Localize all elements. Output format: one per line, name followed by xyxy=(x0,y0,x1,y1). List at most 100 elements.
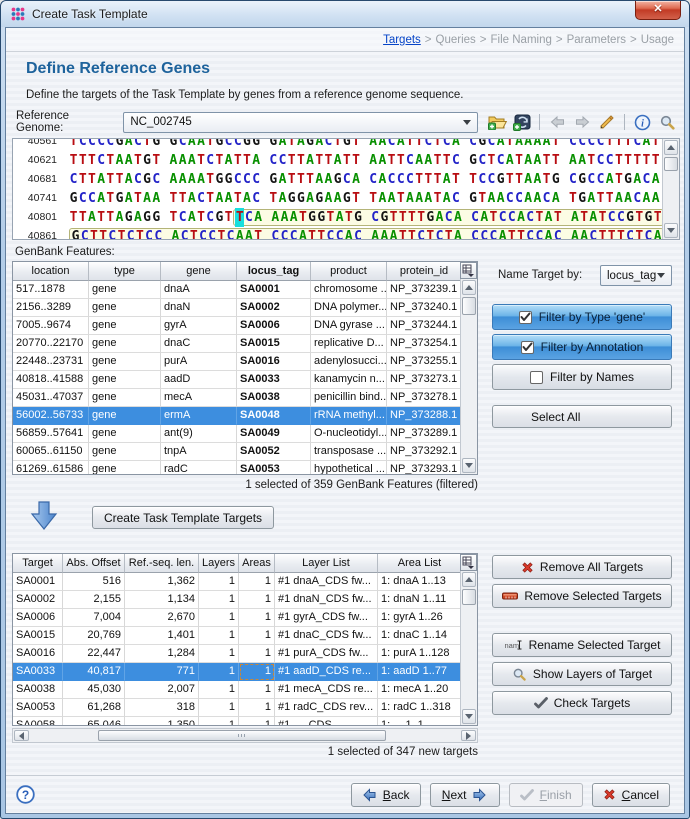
table-cell[interactable]: 318 xyxy=(125,699,199,717)
table-cell[interactable]: 1 xyxy=(199,645,239,663)
table-cell[interactable]: 1 xyxy=(239,663,275,681)
table-cell[interactable]: SA0052 xyxy=(237,443,311,461)
table-cell[interactable]: 1: radC 1..318 xyxy=(378,699,460,717)
table-cell[interactable]: 771 xyxy=(125,663,199,681)
table-row[interactable]: SA005865,0461,35011#1 ..._CDS ...1: ... … xyxy=(13,717,460,725)
table-cell[interactable]: adenylosucci... xyxy=(311,353,387,371)
table-row[interactable]: 20770..22170genednaCSA0015replicative D.… xyxy=(13,335,460,353)
column-header-locus-tag[interactable]: locus_tag xyxy=(237,262,311,281)
table-cell[interactable]: 1 xyxy=(239,573,275,591)
table-cell[interactable]: NP_373240.1 xyxy=(387,299,460,317)
table-row[interactable]: 22448..23731genepurASA0016adenylosucci..… xyxy=(13,353,460,371)
table-cell[interactable]: gene xyxy=(89,443,161,461)
table-cell[interactable]: mecA xyxy=(161,389,237,407)
table-cell[interactable]: NP_373244.1 xyxy=(387,317,460,335)
table-cell[interactable]: 1,401 xyxy=(125,627,199,645)
table-cell[interactable]: gene xyxy=(89,389,161,407)
forward-arrow-icon[interactable] xyxy=(571,112,593,132)
table-cell[interactable]: 1 xyxy=(199,663,239,681)
table-cell[interactable]: NP_373239.1 xyxy=(387,281,460,299)
table-cell[interactable]: SA0053 xyxy=(13,699,63,717)
close-button[interactable]: ✕ xyxy=(635,1,681,20)
select-all-button[interactable]: Select All xyxy=(492,405,672,428)
table-cell[interactable]: 45,030 xyxy=(63,681,125,699)
column-header-protein-id[interactable]: protein_id xyxy=(387,262,460,281)
table-row[interactable]: 45031..47037genemecASA0038penicillin bin… xyxy=(13,389,460,407)
table-cell[interactable]: 2,670 xyxy=(125,609,199,627)
scroll-up-icon[interactable] xyxy=(664,140,678,155)
show-layers-of-target-button[interactable]: Show Layers of Target xyxy=(492,662,672,686)
title-bar[interactable]: Create Task Template ✕ xyxy=(1,1,689,27)
table-cell[interactable]: NP_373273.1 xyxy=(387,371,460,389)
table-cell[interactable]: purA xyxy=(161,353,237,371)
table-cell[interactable]: 2156..3289 xyxy=(13,299,89,317)
table-cell[interactable]: 61,268 xyxy=(63,699,125,717)
table-cell[interactable]: SA0053 xyxy=(237,461,311,474)
table-cell[interactable]: gene xyxy=(89,299,161,317)
table-row[interactable]: 56859..57641geneant(9)SA0049O-nucleotidy… xyxy=(13,425,460,443)
check-targets-button[interactable]: Check Targets xyxy=(492,691,672,715)
table-cell[interactable]: NP_373292.1 xyxy=(387,443,460,461)
table-row[interactable]: 7005..9674genegyrASA0006DNA gyrase ...NP… xyxy=(13,317,460,335)
table-cell[interactable]: 56002..56733 xyxy=(13,407,89,425)
column-header-location[interactable]: location xyxy=(13,262,89,281)
column-header-product[interactable]: product xyxy=(311,262,387,281)
scroll-up-icon[interactable] xyxy=(462,572,476,587)
table-cell[interactable]: chromosome ... xyxy=(311,281,387,299)
sequence-viewer[interactable]: 40561TCCCCGACTGGCAATGCCGGGATAGACTGTAACAT… xyxy=(12,138,680,240)
sequence-row[interactable]: 40741GCCATGATAATTACTAATACTAGGAGAAGTTAATA… xyxy=(17,189,661,208)
rename-selected-target-button[interactable]: namRename Selected Target xyxy=(492,633,672,657)
table-cell[interactable]: #1 gyrA_CDS fw... xyxy=(275,609,378,627)
table-cell[interactable]: 1: ... 1..1 xyxy=(378,717,460,725)
table-cell[interactable]: 1 xyxy=(239,609,275,627)
scroll-down-icon[interactable] xyxy=(462,709,476,724)
table-cell[interactable]: 7,004 xyxy=(63,609,125,627)
table-cell[interactable]: tnpA xyxy=(161,443,237,461)
table-cell[interactable]: 1,284 xyxy=(125,645,199,663)
table-cell[interactable]: dnaA xyxy=(161,281,237,299)
column-header-abs-offset[interactable]: Abs. Offset xyxy=(63,554,125,573)
table-cell[interactable]: NP_373254.1 xyxy=(387,335,460,353)
table-cell[interactable]: SA0038 xyxy=(237,389,311,407)
table-cell[interactable]: 56859..57641 xyxy=(13,425,89,443)
table-cell[interactable]: 22,447 xyxy=(63,645,125,663)
table-cell[interactable]: penicillin bind... xyxy=(311,389,387,407)
table-cell[interactable]: gene xyxy=(89,371,161,389)
table-cell[interactable]: 40,817 xyxy=(63,663,125,681)
table-settings-icon[interactable] xyxy=(460,554,477,571)
reference-genome-select[interactable]: NC_002745 xyxy=(123,112,478,133)
table-cell[interactable]: 1 xyxy=(199,717,239,725)
table-cell[interactable]: NP_373255.1 xyxy=(387,353,460,371)
table-cell[interactable]: 45031..47037 xyxy=(13,389,89,407)
table-cell[interactable]: O-nucleotidyl... xyxy=(311,425,387,443)
table-cell[interactable]: #1 purA_CDS fw... xyxy=(275,645,378,663)
scrollbar-thumb[interactable] xyxy=(462,589,476,605)
wizard-step-targets[interactable]: Targets xyxy=(383,34,421,46)
table-cell[interactable]: kanamycin n... xyxy=(311,371,387,389)
table-cell[interactable]: 1 xyxy=(239,717,275,725)
scroll-down-icon[interactable] xyxy=(462,458,476,473)
remove-selected-targets-button[interactable]: Remove Selected Targets xyxy=(492,584,672,608)
table-cell[interactable]: #1 radC_CDS rev... xyxy=(275,699,378,717)
table-cell[interactable]: 1,134 xyxy=(125,591,199,609)
table-cell[interactable]: #1 ..._CDS ... xyxy=(275,717,378,725)
table-cell[interactable]: dnaN xyxy=(161,299,237,317)
table-cell[interactable]: 1: purA 1..128 xyxy=(378,645,460,663)
help-icon[interactable]: ? xyxy=(16,785,35,804)
table-row[interactable]: SA00067,0042,67011#1 gyrA_CDS fw...1: gy… xyxy=(13,609,460,627)
table-cell[interactable]: dnaC xyxy=(161,335,237,353)
cancel-button[interactable]: Cancel xyxy=(592,783,670,807)
table-cell[interactable]: 40818..41588 xyxy=(13,371,89,389)
table-row[interactable]: 56002..56733geneermASA0048rRNA methyl...… xyxy=(13,407,460,425)
table-row[interactable]: 60065..61150genetnpASA0052transposase ..… xyxy=(13,443,460,461)
table-cell[interactable]: 60065..61150 xyxy=(13,443,89,461)
scroll-right-icon[interactable] xyxy=(461,730,476,741)
sequence-row[interactable]: 40861GCTTCTCTCCACTCCTCAATCCCATTCCACAAATT… xyxy=(17,227,661,240)
scroll-up-icon[interactable] xyxy=(462,280,476,295)
table-cell[interactable]: #1 aadD_CDS re... xyxy=(275,663,378,681)
table-cell[interactable]: replicative D... xyxy=(311,335,387,353)
table-cell[interactable]: 22448..23731 xyxy=(13,353,89,371)
sequence-row[interactable]: 40621TTTCTAATGTAAATCTATTACCTTATTATTAATTC… xyxy=(17,151,661,170)
back-arrow-icon[interactable] xyxy=(546,112,568,132)
info-icon[interactable]: i xyxy=(631,112,653,132)
